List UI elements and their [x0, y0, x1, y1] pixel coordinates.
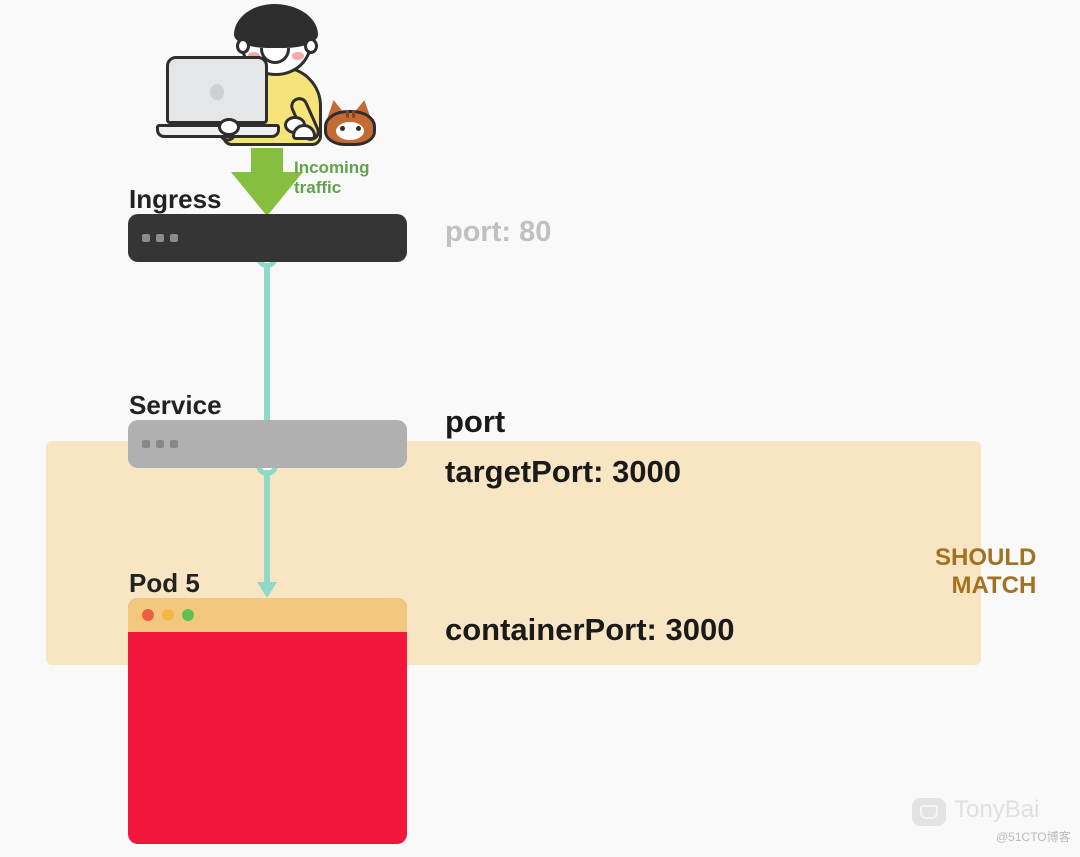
- callout-line1: SHOULD: [935, 544, 1036, 571]
- ingress-bar: [128, 214, 407, 262]
- ingress-title: Ingress: [129, 184, 222, 215]
- pod-title: Pod 5: [129, 568, 200, 599]
- watermark-sub: @51CTO博客: [996, 828, 1071, 845]
- traffic-light-red-icon: [142, 609, 154, 621]
- pod-containerport-label: containerPort: 3000: [445, 612, 734, 648]
- watermark-name: TonyBai: [954, 796, 1039, 824]
- service-port-label: port: [445, 404, 505, 440]
- connector-ingress-service: [264, 256, 270, 428]
- incoming-line2: traffic: [294, 178, 341, 197]
- traffic-light-green-icon: [182, 609, 194, 621]
- pod-window: [128, 598, 407, 844]
- ingress-port-label: port: 80: [445, 216, 551, 249]
- incoming-arrow-head: [231, 172, 303, 216]
- connector-service-pod: [264, 470, 270, 584]
- incoming-line1: Incoming: [294, 158, 370, 177]
- service-title: Service: [129, 390, 222, 421]
- connector-arrowhead: [257, 582, 277, 598]
- cat-illustration: [318, 104, 382, 148]
- diagram-canvas: Incoming traffic Ingress: [0, 0, 1080, 857]
- service-dots-icon: [142, 440, 178, 448]
- service-targetport-label: targetPort: 3000: [445, 454, 681, 490]
- pod-titlebar: [128, 598, 407, 632]
- traffic-light-yellow-icon: [162, 609, 174, 621]
- ingress-dots-icon: [142, 234, 178, 242]
- should-match-callout: SHOULD MATCH: [935, 544, 1036, 599]
- wechat-badge-icon: [912, 798, 946, 826]
- incoming-traffic-label: Incoming traffic: [294, 158, 370, 197]
- callout-line2: MATCH: [951, 572, 1036, 599]
- service-bar: [128, 420, 407, 468]
